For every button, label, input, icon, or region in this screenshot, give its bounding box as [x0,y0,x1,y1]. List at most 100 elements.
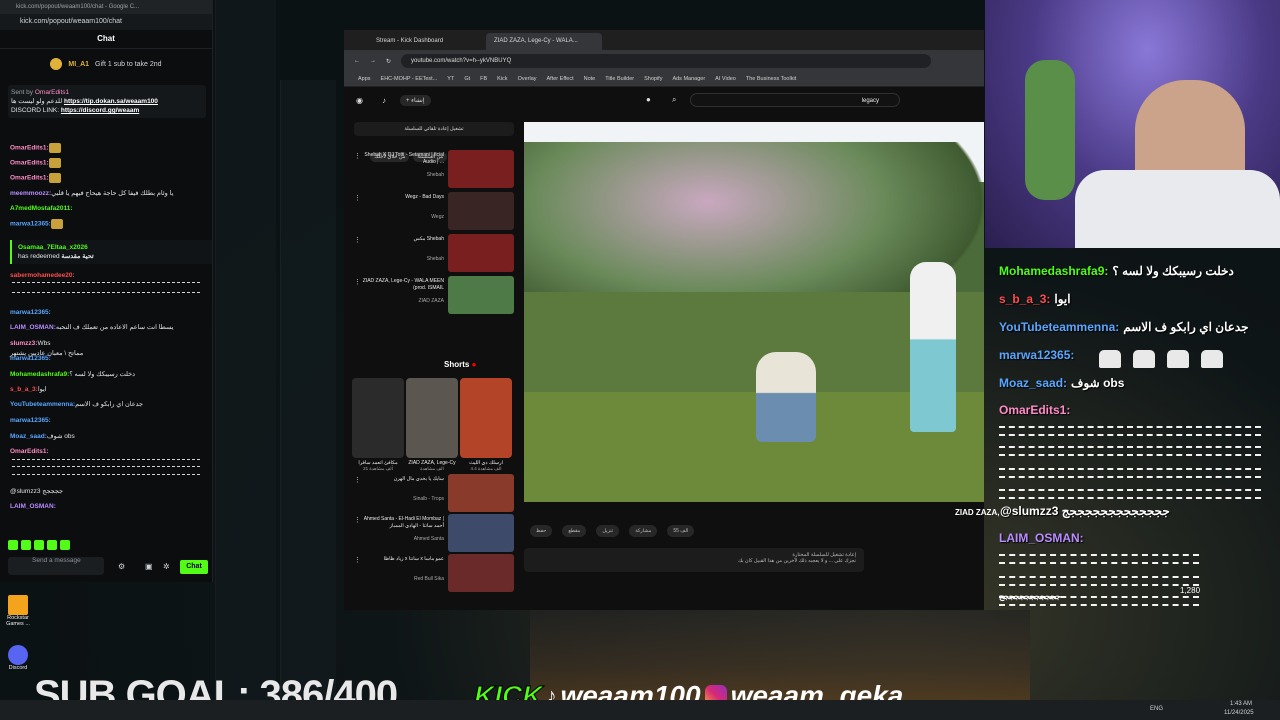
chat-message: marwa12365: [0,218,74,231]
chat-message: Mohamedashrafa9:دخلت رسيبكك ولا لسه ؟ [0,369,145,381]
ghost-emote-icon [1133,350,1155,368]
overlay-view-count: 1,280 [1180,586,1201,595]
video-thumbnail [448,554,514,592]
short-meta: 21 ألف مشاهدة [363,466,393,471]
video-title: Wegz - Bad Days [405,194,444,200]
emote-icon[interactable] [47,540,57,550]
recommended-video[interactable]: ⋮ Wegz - Bad Days Wegz [352,192,514,232]
bell-icon[interactable]: ♪ [382,96,386,105]
recommended-video[interactable]: ⋮ مكس Shebah Shebah [352,234,514,274]
tab-kick-dashboard[interactable]: Stream - Kick Dashboard [368,33,484,50]
emote-bar[interactable] [8,540,158,552]
emote-icon[interactable] [21,540,31,550]
tab-youtube[interactable]: ZIAD ZAZA, Lege-Cy - WALA... [486,33,602,50]
chat-username: s_b_a_3: [10,386,38,393]
bookmark-item[interactable]: Note [584,76,596,82]
gift-banner[interactable]: MI_A1 Gift 1 sub to take 2nd [0,49,212,79]
video-channel: Sinalb - Trops [413,496,444,502]
bookmark-item[interactable]: Ads Manager [672,76,705,82]
clock-time[interactable]: 1:43 AM [1230,701,1252,707]
gift-icon[interactable]: ▣ [145,562,153,571]
discord-link[interactable]: https://discord.gg/weaam [61,107,139,114]
back-icon[interactable]: ← [354,58,360,64]
youtube-search-input[interactable]: legacy [690,93,900,107]
pinned-sender: Sent by OmarEdits1 [11,88,203,97]
video-description[interactable]: إعادة تشغيل للسلسلة المختارة نجزك على ..… [524,548,864,572]
ghost-emote-icon [1167,350,1189,368]
overlay-username: s_b_a_3: [999,292,1051,306]
forward-icon[interactable]: → [370,58,376,64]
tab-strip: Stream - Kick Dashboard ZIAD ZAZA, Lege-… [344,30,984,50]
emote-icon[interactable] [34,540,44,550]
bookmark-item[interactable]: EHC-MOHP - EETest... [381,76,438,82]
language-indicator[interactable]: ENG [1150,706,1163,712]
bookmark-item[interactable]: Apps [358,76,371,82]
cast-icon[interactable]: ◉ [356,96,363,105]
video-player[interactable] [524,122,984,502]
bookmark-item[interactable]: Overlay [518,76,537,82]
desktop-icon-label: Discord [8,665,28,671]
ghost-emote-icon [1099,350,1121,368]
overlay-chat-message: marwa12365: [999,348,1078,362]
bookmark-item[interactable]: Kick [497,76,507,82]
create-button[interactable]: + إنشاء [400,95,431,106]
emote-icon[interactable] [8,540,18,550]
action-button[interactable]: 55 الف [667,525,695,537]
clock-date[interactable]: 11/24/2025 [1224,710,1254,716]
bookmark-item[interactable]: FB [480,76,487,82]
overlay-username: OmarEdits1: [999,403,1071,417]
reload-icon[interactable]: ↻ [386,58,391,65]
chat-message: LAIM_OSMAN:يسطا انت ساعم الاعاده من تعمل… [0,322,184,334]
webcam-figure [1025,60,1075,200]
bookmark-item[interactable]: Title Builder [605,76,634,82]
chat-message: OmarEdits1: [0,446,59,458]
search-icon[interactable]: ⌕ [672,95,676,105]
overlay-mention: @slumzz3 جججججججججججججج [1000,504,1170,518]
chat-send-button[interactable]: Chat [180,560,208,574]
chat-message: s_b_a_3:ايوا [0,384,57,396]
recommended-video[interactable]: ⋮ Ahmed Santa - El-Hadi El Mombaz | أحمد … [352,514,514,554]
short-card[interactable]: مكافئ اتعمد سافرا 21 ألف مشاهدة [352,378,404,488]
spam-line [12,459,200,463]
recommended-video[interactable]: ⋮ Shebah X DJ Totti - Setamani | ficial A… [352,150,514,190]
bookmark-item[interactable]: The Business Toolkit [746,76,796,82]
mic-icon[interactable]: ● [646,95,651,104]
short-card[interactable]: ارسلك دي الليث 4.4 الف مشاهدة [460,378,512,488]
chat-username: OmarEdits1: [10,174,49,182]
autoplay-banner[interactable]: تشغيل إعادة تلقائي للسلسلة [354,122,514,136]
overlay-text: ايوا [1054,292,1071,306]
bookmark-item[interactable]: After Effect [547,76,574,82]
chat-popout-window: kick.com/popout/weaam100/chat - Google C… [0,0,213,582]
action-button[interactable]: مشاركة [629,525,658,537]
bookmark-item[interactable]: Shopify [644,76,662,82]
discord-shortcut[interactable]: Discord [6,645,30,671]
chat-message: OmarEdits1: [0,157,72,170]
overlay-text: دخلت رسيبكك ولا لسه ؟ [1112,264,1234,278]
gear-icon[interactable]: ✲ [163,562,170,571]
bookmark-item[interactable]: YT [447,76,454,82]
chat-message-input[interactable]: Send a message [8,557,104,575]
action-button[interactable]: حفظ [530,525,553,537]
rockstar-games-shortcut[interactable]: Rockstar Games ... [6,595,30,627]
chat-text: شوف obs [46,433,75,440]
youtube-topbar: ◉ ♪ + إنشاء ● ⌕ legacy [344,87,984,117]
emote-icon[interactable] [60,540,70,550]
address-bar[interactable]: youtube.com/watch?v=h--ykVNBUYQ [401,54,932,68]
settings-icon[interactable]: ⚙ [118,562,125,571]
bookmark-item[interactable]: AI Video [715,76,736,82]
bookmark-item[interactable]: Gt [464,76,470,82]
url-bar[interactable]: kick.com/popout/weaam100/chat [0,14,212,30]
short-thumbnail [352,378,404,458]
overlay-ziad-zaza: ZIAD ZAZA, [955,508,1000,517]
recommended-video[interactable]: ⋮ ZIAD ZAZA, Lege-Cy - WALA MEEN (prod. I… [352,276,514,316]
video-thumbnail [448,514,514,552]
action-button[interactable]: تنزيل [596,525,620,537]
chat-username: marwa12365: [10,309,51,316]
pinned-by-label: Sent by [11,89,34,96]
recommended-video[interactable]: ⋮ زياد ظاظا x سانتا x عمو ماسا Red Bull Si… [352,554,514,594]
action-button[interactable]: مقطع [562,525,587,537]
chat-username: sabermohamedee20: [10,272,75,279]
chat-message: marwa12365: [0,307,61,319]
tip-link[interactable]: https://tip.dokan.sa/weaam100 [64,98,158,105]
short-card[interactable]: ZIAD ZAZA, Lege-Cy الف مشاهدة [406,378,458,488]
